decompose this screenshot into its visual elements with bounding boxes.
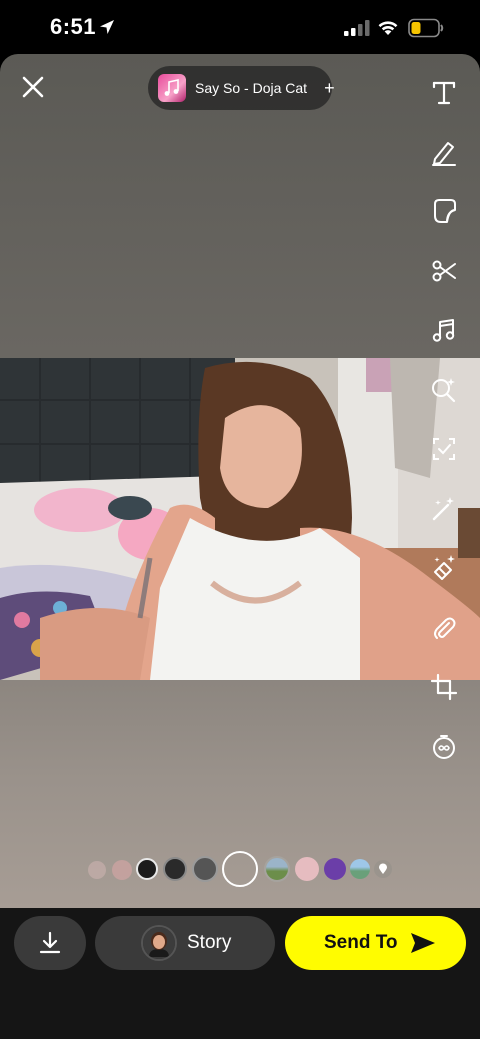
status-bar: 6:51 (0, 0, 480, 56)
location-arrow-icon (100, 20, 114, 34)
filter-item[interactable] (136, 858, 158, 880)
filter-item[interactable] (350, 859, 370, 879)
pencil-icon[interactable] (426, 134, 462, 170)
filter-item[interactable] (88, 861, 106, 879)
filter-item[interactable] (192, 856, 218, 882)
filter-item[interactable] (264, 856, 290, 882)
close-icon[interactable] (16, 70, 50, 104)
filter-carousel (0, 851, 480, 889)
scan-icon[interactable] (426, 431, 462, 467)
send-to-label: Send To (324, 932, 398, 953)
music-pill[interactable]: Say So - Doja Cat + (148, 66, 335, 110)
photo-content (0, 358, 480, 680)
filter-item[interactable] (324, 858, 346, 880)
download-button[interactable] (14, 916, 86, 970)
crop-icon[interactable] (426, 669, 462, 705)
download-icon (39, 931, 61, 954)
snap-photo[interactable] (0, 358, 480, 680)
music-note-icon[interactable] (426, 312, 462, 348)
battery-low-icon (408, 18, 444, 38)
wifi-icon (378, 21, 398, 35)
album-art (158, 74, 186, 102)
filter-item[interactable] (163, 857, 187, 881)
send-to-button[interactable]: Send To (285, 916, 466, 970)
send-arrow-icon (410, 933, 435, 953)
cellular-signal-icon (344, 20, 370, 36)
infinity-timer-icon[interactable] (426, 729, 462, 765)
magic-wand-icon[interactable] (426, 491, 462, 527)
snap-editor: Say So - Doja Cat + (0, 54, 480, 908)
lens-search-sparkle-icon[interactable] (426, 372, 462, 408)
location-pin-icon[interactable] (374, 860, 392, 878)
bitmoji-avatar (141, 925, 177, 961)
magic-eraser-icon[interactable] (426, 550, 462, 586)
bottom-bar: Story Send To (0, 908, 480, 1039)
filter-selected-ring[interactable] (222, 851, 258, 887)
story-label: Story (187, 932, 232, 953)
add-music-button[interactable]: + (324, 78, 335, 99)
sticker-icon[interactable] (426, 193, 462, 229)
music-title: Say So - Doja Cat (195, 80, 308, 96)
tool-sidebar (426, 74, 462, 788)
filter-item[interactable] (112, 860, 132, 880)
paperclip-icon[interactable] (426, 610, 462, 646)
filter-item[interactable] (295, 857, 319, 881)
text-t-icon[interactable] (426, 74, 462, 110)
scissors-icon[interactable] (426, 253, 462, 289)
story-button[interactable]: Story (95, 916, 275, 970)
music-note-icon (164, 79, 179, 96)
status-time: 6:51 (50, 14, 97, 39)
